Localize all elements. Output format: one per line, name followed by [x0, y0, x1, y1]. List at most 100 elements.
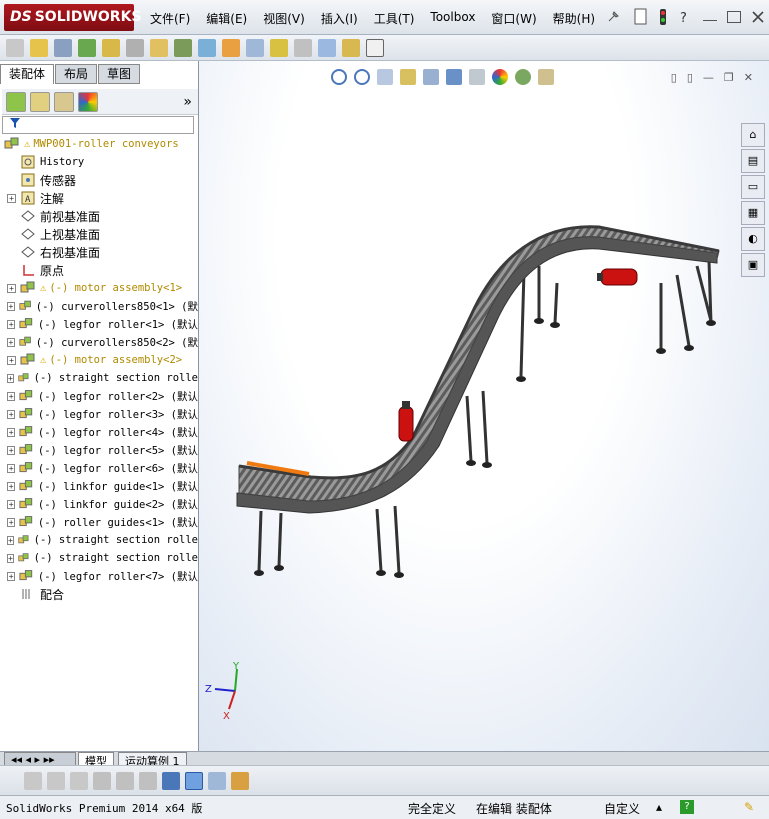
exploded-view-icon[interactable]: [270, 38, 288, 57]
expand-toggle-icon[interactable]: +: [7, 391, 16, 401]
tree-item[interactable]: + (-) linkfor guide<2> (默认: [0, 495, 198, 513]
tree-item[interactable]: + (-) legfor roller<2> (默认: [0, 387, 198, 405]
expand-toggle-icon[interactable]: +: [7, 553, 15, 563]
status-custom[interactable]: 自定义: [604, 800, 640, 817]
tree-item[interactable]: + (-) legfor roller<5> (默认: [0, 441, 198, 459]
tree-item[interactable]: 原点: [0, 261, 198, 279]
tree-item[interactable]: 前视基准面: [0, 207, 198, 225]
expand-toggle-icon[interactable]: +: [7, 535, 15, 545]
expand-toggle-icon[interactable]: +: [7, 283, 16, 293]
tree-item[interactable]: + A 注解: [0, 189, 198, 207]
expand-toggle-icon[interactable]: +: [7, 481, 16, 491]
reference-geometry-icon[interactable]: [198, 38, 216, 57]
tree-filter[interactable]: [2, 116, 194, 134]
smart-fasteners-icon[interactable]: [102, 38, 120, 57]
appearance-icon[interactable]: [231, 771, 249, 790]
tree-item[interactable]: + (-) legfor roller<7> (默认: [0, 567, 198, 585]
tree-item[interactable]: 右视基准面: [0, 243, 198, 261]
tree-item[interactable]: 传感器: [0, 171, 198, 189]
line-weights-icon[interactable]: [93, 771, 111, 790]
menu-view[interactable]: 视图(V): [263, 10, 305, 27]
new-document-icon[interactable]: [633, 8, 649, 26]
chart-icon[interactable]: [162, 771, 180, 790]
pin-icon[interactable]: [605, 9, 621, 25]
tree-item[interactable]: 上视基准面: [0, 225, 198, 243]
mate-icon[interactable]: [54, 38, 72, 57]
shaded-view-icon[interactable]: [185, 771, 203, 790]
menu-insert[interactable]: 插入(I): [321, 10, 358, 27]
expand-toggle-icon[interactable]: +: [7, 319, 16, 329]
assembly-features-icon[interactable]: [174, 38, 192, 57]
tree-item[interactable]: + (-) curverollers850<2> (默: [0, 333, 198, 351]
dimension-icon[interactable]: [139, 771, 157, 790]
property-manager-icon[interactable]: [30, 91, 50, 112]
menu-help[interactable]: 帮助(H): [553, 10, 595, 27]
tree-item[interactable]: + (-) curverollers850<1> (默: [0, 297, 198, 315]
expand-toggle-icon[interactable]: +: [7, 499, 16, 509]
tree-item[interactable]: + (-) legfor roller<4> (默认: [0, 423, 198, 441]
explode-line-sketch-icon[interactable]: [294, 38, 312, 57]
move-component-icon[interactable]: [126, 38, 144, 57]
expand-toggle-icon[interactable]: +: [7, 463, 16, 473]
bill-of-materials-icon[interactable]: [246, 38, 264, 57]
help-icon[interactable]: ?: [677, 9, 693, 25]
clearance-verification-icon[interactable]: [342, 38, 360, 57]
menu-tools[interactable]: 工具(T): [374, 10, 415, 27]
graphics-area[interactable]: ▯ ▯ — ❐ ✕ ⌂ ▤ ▭ ▦ ◐ ▣ Y Z X: [199, 61, 769, 751]
expand-toggle-icon[interactable]: +: [7, 517, 16, 527]
expand-toggle-icon[interactable]: +: [7, 301, 15, 311]
grid-icon[interactable]: [116, 771, 134, 790]
instant3d-icon[interactable]: [366, 38, 384, 57]
expand-toggle-icon[interactable]: +: [7, 409, 16, 419]
menu-edit[interactable]: 编辑(E): [206, 10, 247, 27]
expand-toggle-icon[interactable]: +: [7, 427, 16, 437]
tab-assembly[interactable]: 装配体: [0, 64, 55, 84]
status-dropdown-icon[interactable]: ▴: [656, 800, 662, 814]
tree-item[interactable]: + (-) roller guides<1> (默认: [0, 513, 198, 531]
linear-pattern-icon[interactable]: [78, 38, 96, 57]
configuration-manager-icon[interactable]: [54, 91, 74, 112]
tree-item[interactable]: + (-) straight section rolle: [0, 531, 198, 549]
expand-toggle-icon[interactable]: +: [7, 355, 16, 365]
close-icon[interactable]: [751, 10, 765, 24]
feature-manager-icon[interactable]: [6, 91, 26, 112]
insert-components-icon[interactable]: [30, 38, 48, 57]
show-hidden-icon[interactable]: [150, 38, 168, 57]
tree-item[interactable]: + (-) legfor roller<3> (默认: [0, 405, 198, 423]
status-tag-icon[interactable]: ✎: [744, 800, 754, 814]
tab-layout[interactable]: 布局: [55, 64, 98, 84]
rebuild-icon[interactable]: [657, 8, 669, 26]
expand-chevron-icon[interactable]: »: [183, 94, 192, 110]
tree-item[interactable]: + ⚠ (-) motor assembly<1>: [0, 279, 198, 297]
expand-toggle-icon[interactable]: +: [7, 193, 16, 203]
status-help-icon[interactable]: ?: [680, 800, 694, 814]
edit-component-icon[interactable]: [6, 38, 24, 57]
maximize-button[interactable]: [727, 11, 741, 23]
tab-motion-study-1[interactable]: 运动算例 1: [118, 752, 187, 768]
solidworks-logo[interactable]: DS SOLIDWORKS: [4, 4, 142, 31]
menu-toolbox[interactable]: Toolbox: [430, 10, 475, 27]
tree-item[interactable]: + (-) legfor roller<6> (默认: [0, 459, 198, 477]
tree-root[interactable]: ⚠ MWP001-roller conveyors: [0, 135, 198, 153]
tab-model[interactable]: 模型: [78, 752, 114, 768]
menu-window[interactable]: 窗口(W): [491, 10, 536, 27]
tree-item[interactable]: 配合: [0, 585, 198, 603]
sketch-tool-icon[interactable]: [24, 771, 42, 790]
tree-item[interactable]: + (-) legfor roller<1> (默认: [0, 315, 198, 333]
new-motion-study-icon[interactable]: [222, 38, 240, 57]
tab-sketch[interactable]: 草图: [98, 64, 141, 84]
menu-file[interactable]: 文件(F): [150, 10, 190, 27]
revolve-icon[interactable]: [70, 771, 88, 790]
tree-item[interactable]: + (-) straight section rolle: [0, 369, 198, 387]
tree-item[interactable]: + (-) linkfor guide<1> (默认: [0, 477, 198, 495]
table-icon[interactable]: [208, 771, 226, 790]
expand-toggle-icon[interactable]: +: [7, 571, 16, 581]
interference-detection-icon[interactable]: [318, 38, 336, 57]
expand-toggle-icon[interactable]: +: [7, 373, 15, 383]
minimize-button[interactable]: [703, 20, 717, 22]
expand-toggle-icon[interactable]: +: [7, 445, 16, 455]
extrude-icon[interactable]: [47, 771, 65, 790]
tab-scroll-arrows[interactable]: ◂◂ ◂ ▸ ▸▸: [4, 752, 76, 766]
tree-item[interactable]: + (-) straight section rolle: [0, 549, 198, 567]
tree-item[interactable]: + ⚠ (-) motor assembly<2>: [0, 351, 198, 369]
